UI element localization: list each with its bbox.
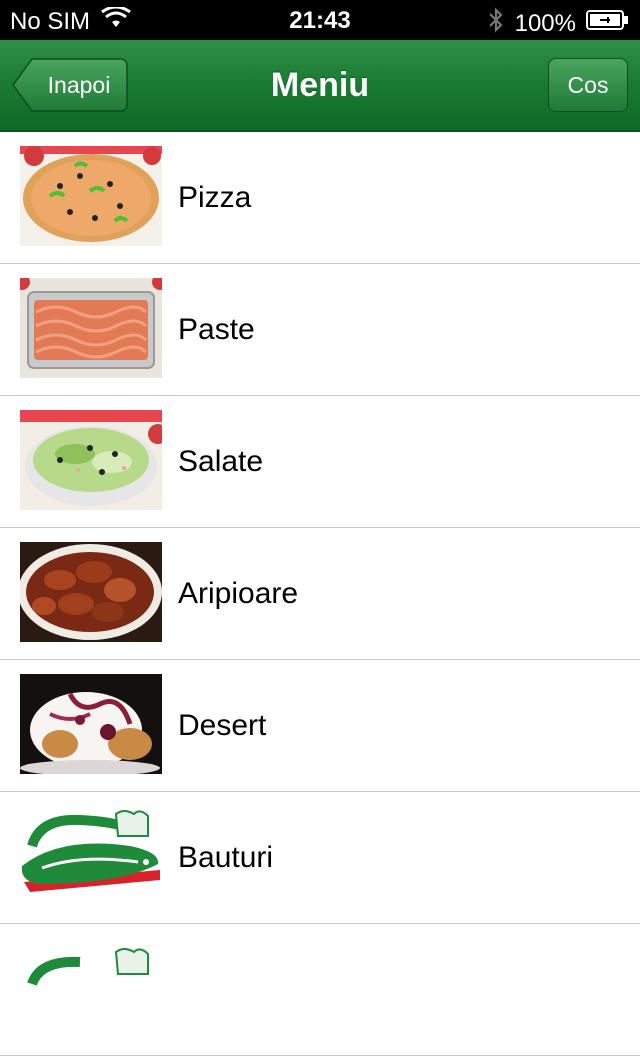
navigation-bar: Inapoi Meniu Cos [0, 40, 640, 132]
menu-item-label: Desert [178, 709, 267, 742]
menu-item-paste[interactable]: Paste [0, 264, 640, 396]
pizza-thumbnail [20, 146, 162, 246]
menu-item-label: Aripioare [178, 577, 299, 610]
page-title: Meniu [270, 66, 370, 104]
presto-pizza-logo [20, 806, 162, 906]
menu-item-aripioare[interactable]: Aripioare [0, 528, 640, 660]
menu-item-label: Salate [178, 445, 264, 478]
menu-item-label: Pizza [178, 181, 252, 214]
menu-item-salate[interactable]: Salate [0, 396, 640, 528]
menu-item-label: Bauturi [178, 841, 274, 874]
wings-thumbnail [20, 542, 162, 642]
cart-button[interactable]: Cos [548, 58, 628, 112]
battery-percent: 100% [514, 9, 576, 37]
menu-item-pizza[interactable]: Pizza [0, 132, 640, 264]
pasta-thumbnail [20, 278, 162, 378]
salad-thumbnail [20, 410, 162, 510]
menu-item-bauturi[interactable]: Bauturi [0, 792, 640, 924]
dessert-thumbnail [20, 674, 162, 774]
battery-icon [586, 9, 630, 38]
menu-list: Pizza Paste Salate Aripioare Desert Baut… [0, 132, 640, 1056]
bluetooth-icon [487, 7, 505, 40]
menu-item-partial[interactable] [0, 924, 640, 1056]
menu-item-desert[interactable]: Desert [0, 660, 640, 792]
presto-pizza-logo-partial [20, 938, 162, 1038]
menu-item-label: Paste [178, 313, 255, 346]
status-bar: No SIM 21:43 100% [0, 0, 640, 40]
